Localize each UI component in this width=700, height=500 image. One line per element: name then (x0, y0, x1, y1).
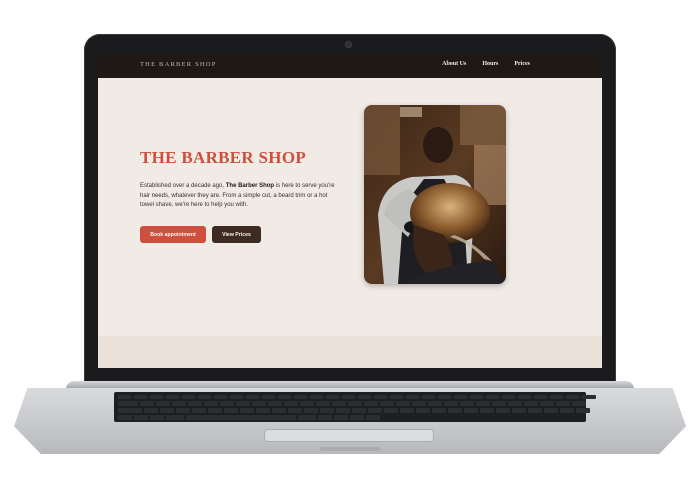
webcam (346, 42, 351, 47)
brand-logo-text[interactable]: THE BARBER SHOP (140, 61, 217, 68)
key-row (118, 408, 590, 413)
key-row (118, 415, 380, 420)
hero-description: Established over a decade ago, The Barbe… (140, 182, 336, 211)
nav-link-hours[interactable]: Hours (482, 61, 498, 67)
hero-section: THE BARBER SHOP Established over a decad… (98, 78, 602, 336)
hero-barber-photo (364, 105, 506, 284)
nav-link-about-us[interactable]: About Us (442, 61, 466, 67)
nav-links: About Us Hours Prices (442, 61, 530, 67)
description-shop-name: The Barber Shop (225, 183, 275, 189)
laptop-screen: THE BARBER SHOP About Us Hours Prices TH… (98, 54, 602, 368)
front-notch (320, 447, 380, 451)
trackpad[interactable] (264, 429, 434, 442)
view-prices-button[interactable]: View Prices (212, 226, 261, 243)
keyboard (114, 392, 596, 422)
key-row (118, 395, 596, 399)
hero-title: THE BARBER SHOP (140, 148, 307, 167)
laptop-hinge (66, 381, 634, 389)
nav-link-prices[interactable]: Prices (514, 61, 530, 67)
next-section-strip (98, 336, 602, 368)
book-appointment-button[interactable]: Book appointment (140, 226, 206, 243)
description-intro: Established over a decade ago, (140, 183, 226, 189)
key-row (118, 401, 586, 406)
navbar: THE BARBER SHOP About Us Hours Prices (98, 54, 602, 79)
